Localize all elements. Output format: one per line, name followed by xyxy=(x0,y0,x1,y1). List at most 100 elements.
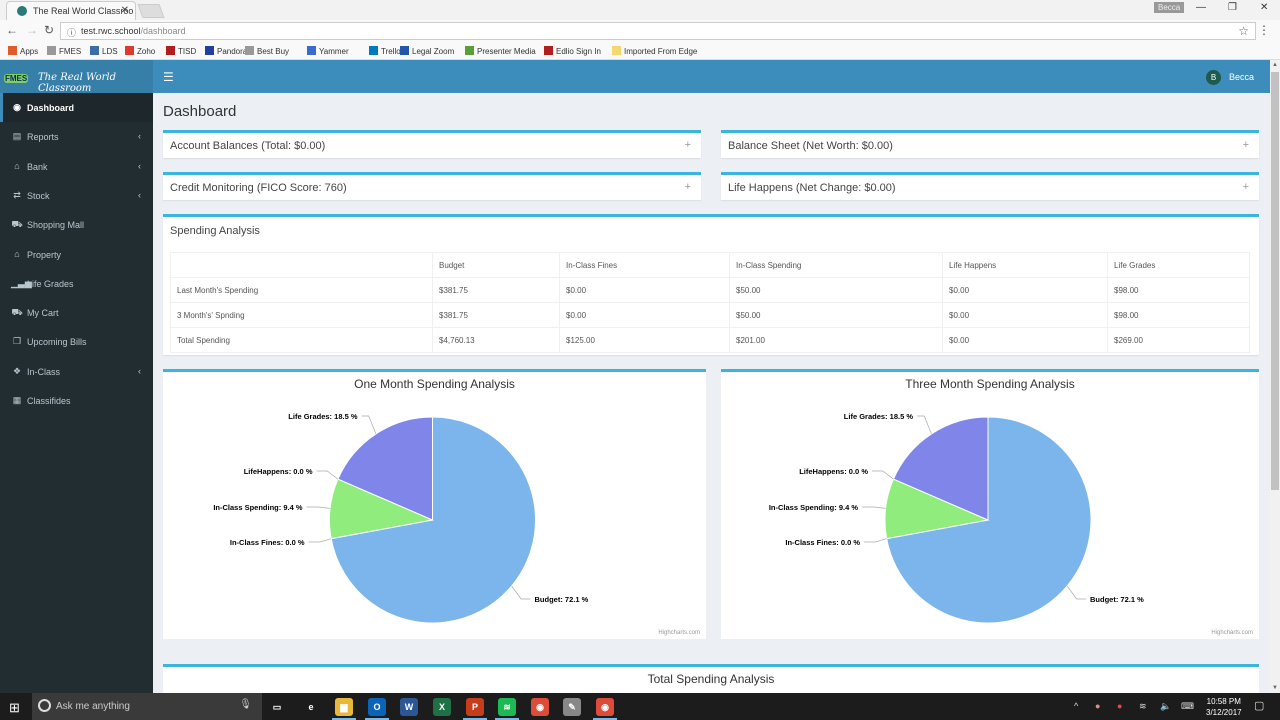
sidebar-item-dashboard[interactable]: ◉ Dashboard xyxy=(0,93,153,122)
page-scrollbar[interactable]: ▲ ▼ xyxy=(1270,60,1280,693)
sidebar: ◉ Dashboard ▤ Reports ‹ ⌂ Bank ‹ ⇄ Stock ‹ ⛟ Shoppin… xyxy=(0,93,153,693)
panel-account-balances[interactable]: Account Balances (Total: $0.00) + xyxy=(163,130,701,158)
maximize-icon[interactable]: ❐ xyxy=(1228,2,1237,13)
bookmark-tisd[interactable]: TISD xyxy=(166,46,196,56)
close-window-icon[interactable]: ✕ xyxy=(1260,2,1268,13)
scroll-up-icon[interactable]: ▲ xyxy=(1272,62,1278,68)
cell: $381.75 xyxy=(432,302,560,328)
data-label: Budget: 72.1 % xyxy=(535,595,589,604)
system-clock[interactable]: 10:58 PM 3/12/2017 xyxy=(1206,696,1242,718)
lds-icon xyxy=(90,46,99,55)
user-name[interactable]: Becca xyxy=(1229,72,1254,82)
chrome-active-icon[interactable]: ◉ xyxy=(596,698,614,716)
info-icon[interactable]: ⓘ xyxy=(67,26,76,39)
bookmark-imported-from-edge[interactable]: Imported From Edge xyxy=(612,46,697,56)
paint-tool-icon[interactable]: ✎ xyxy=(563,698,581,716)
row-label: Total Spending xyxy=(170,327,433,353)
main-content: Dashboard Account Balances (Total: $0.00… xyxy=(153,93,1270,693)
bookmark-pandora[interactable]: Pandora xyxy=(205,46,247,56)
bookmark-apps[interactable]: Apps xyxy=(8,46,38,56)
highcharts-credits[interactable]: Highcharts.com xyxy=(1211,630,1253,636)
windows-start-icon[interactable]: ⊞ xyxy=(9,700,20,716)
browser-menu-icon[interactable]: ⋮ xyxy=(1258,23,1270,37)
expand-icon[interactable]: + xyxy=(685,139,691,151)
excel-icon[interactable]: X xyxy=(433,698,451,716)
word-icon[interactable]: W xyxy=(400,698,418,716)
chevron-left-icon: ‹ xyxy=(138,189,141,200)
outlook-icon[interactable]: O xyxy=(368,698,386,716)
keyboard-icon[interactable]: ⌨ xyxy=(1181,701,1194,712)
minimize-icon[interactable]: — xyxy=(1196,2,1206,13)
tray-expand-icon[interactable]: ^ xyxy=(1074,701,1078,711)
bookmark-yammer[interactable]: Yammer xyxy=(307,46,349,56)
microphone-icon[interactable]: 🎙 xyxy=(239,699,252,710)
cortana-search[interactable]: Ask me anything 🎙 xyxy=(32,693,262,720)
expand-icon[interactable]: + xyxy=(1243,181,1249,193)
bookmark-presenter-media[interactable]: Presenter Media xyxy=(465,46,536,56)
cell: $50.00 xyxy=(729,277,943,303)
spotify-icon[interactable]: ≋ xyxy=(498,698,516,716)
avatar[interactable]: B xyxy=(1206,70,1221,85)
bookmark-legal-zoom[interactable]: Legal Zoom xyxy=(400,46,454,56)
bookmark-best-buy[interactable]: Best Buy xyxy=(245,46,289,56)
cart-icon: ⛟ xyxy=(11,307,23,318)
tray-app-icon[interactable]: ● xyxy=(1117,701,1122,711)
sidebar-item-life-grades[interactable]: ▁▃▅ Life Grades xyxy=(0,269,153,298)
highcharts-credits[interactable]: Highcharts.com xyxy=(658,630,700,636)
expand-icon[interactable]: + xyxy=(1243,139,1249,151)
sidebar-item-shopping-mall[interactable]: ⛟ Shopping Mall xyxy=(0,210,153,239)
browser-tab[interactable]: The Real World Classroo ✕ xyxy=(6,1,136,20)
bookmark-label: Yammer xyxy=(319,47,349,56)
bookmark-zoho[interactable]: Zoho xyxy=(125,46,155,56)
sidebar-item-reports[interactable]: ▤ Reports ‹ xyxy=(0,122,153,151)
app-logo[interactable]: FMES The Real World Classroom xyxy=(0,60,153,94)
column-header xyxy=(170,252,433,278)
address-bar[interactable]: ⓘ test.rwc.school/dashboard ☆ xyxy=(60,22,1256,40)
bookmark-lds[interactable]: LDS xyxy=(90,46,118,56)
chevron-left-icon: ‹ xyxy=(138,365,141,376)
reload-icon[interactable]: ↻ xyxy=(44,23,54,37)
sidebar-item-bank[interactable]: ⌂ Bank ‹ xyxy=(0,152,153,181)
expand-icon[interactable]: + xyxy=(685,181,691,193)
new-tab-button[interactable] xyxy=(137,4,165,18)
forward-icon[interactable]: → xyxy=(26,23,38,37)
sidebar-item-property[interactable]: ⌂ Property xyxy=(0,240,153,269)
back-icon[interactable]: ← xyxy=(6,23,18,37)
row-label: 3 Month's' Spnding xyxy=(170,302,433,328)
powerpoint-icon[interactable]: P xyxy=(466,698,484,716)
file-explorer-icon[interactable]: ▆ xyxy=(335,698,353,716)
bookmark-label: Legal Zoom xyxy=(412,47,455,56)
scroll-down-icon[interactable]: ▼ xyxy=(1272,685,1278,691)
action-center-icon[interactable]: ▢ xyxy=(1254,699,1264,712)
sidebar-toggle-icon[interactable]: ☰ xyxy=(163,70,174,84)
bookmark-star-icon[interactable]: ☆ xyxy=(1238,24,1249,38)
table-row: 3 Month's' Spnding $381.75 $0.00 $50.00 … xyxy=(170,302,1250,328)
chrome-icon[interactable]: ◉ xyxy=(531,698,549,716)
sidebar-item-my-cart[interactable]: ⛟ My Cart xyxy=(0,298,153,327)
bookmark-edlio-sign-in[interactable]: Edlio Sign In xyxy=(544,46,601,56)
bookmark-trello[interactable]: Trello xyxy=(369,46,401,56)
report-icon: ▤ xyxy=(12,131,22,142)
spending-analysis-panel: Spending Analysis Budget In-Class Fines … xyxy=(163,214,1259,355)
tray-app-icon[interactable]: ● xyxy=(1095,701,1100,711)
sidebar-item-stock[interactable]: ⇄ Stock ‹ xyxy=(0,181,153,210)
browser-profile-chip[interactable]: Becca xyxy=(1154,2,1185,13)
cell: $201.00 xyxy=(729,327,943,353)
copy-icon: ❐ xyxy=(12,336,22,347)
bookmark-label: Presenter Media xyxy=(477,47,536,56)
panel-balance-sheet[interactable]: Balance Sheet (Net Worth: $0.00) + xyxy=(721,130,1259,158)
bookmark-fmes[interactable]: FMES xyxy=(47,46,81,56)
sidebar-item-upcoming-bills[interactable]: ❐ Upcoming Bills xyxy=(0,327,153,356)
connector-line xyxy=(308,538,332,543)
wifi-icon[interactable]: ≋ xyxy=(1139,701,1147,712)
close-tab-icon[interactable]: ✕ xyxy=(121,5,129,16)
panel-credit-monitoring[interactable]: Credit Monitoring (FICO Score: 760) + xyxy=(163,172,701,200)
panel-life-happens[interactable]: Life Happens (Net Change: $0.00) + xyxy=(721,172,1259,200)
scroll-thumb[interactable] xyxy=(1271,72,1279,490)
edge-icon[interactable]: e xyxy=(302,698,320,716)
task-view-icon[interactable]: ▭ xyxy=(268,698,286,716)
sidebar-item-in-class[interactable]: ❖ In-Class ‹ xyxy=(0,357,153,386)
sidebar-item-classifides[interactable]: ▦ Classifides xyxy=(0,386,153,415)
panel-title: Balance Sheet (Net Worth: $0.00) xyxy=(728,140,893,152)
volume-icon[interactable]: 🔈 xyxy=(1160,701,1171,712)
